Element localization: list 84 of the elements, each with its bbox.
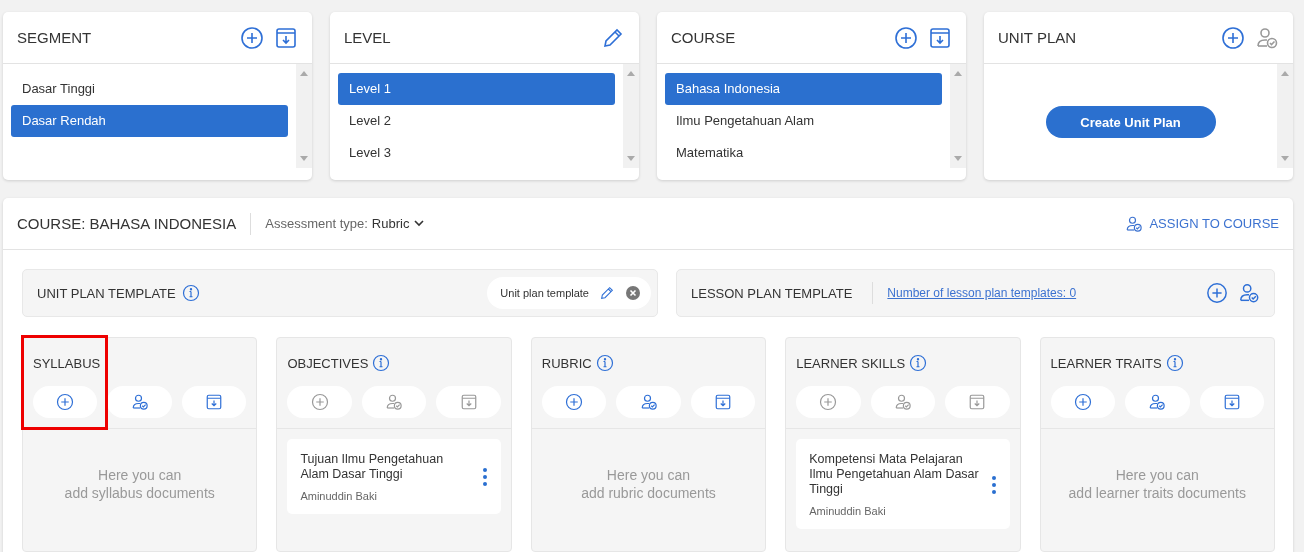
scroll-up-arrow-icon[interactable] — [1281, 70, 1289, 76]
assign-button[interactable] — [107, 386, 172, 418]
scroll-up-arrow-icon[interactable] — [627, 70, 635, 76]
scroll-up-arrow-icon[interactable] — [300, 70, 308, 76]
chevron-down-icon[interactable] — [414, 220, 425, 227]
info-icon[interactable] — [181, 284, 200, 302]
scrollbar[interactable] — [296, 64, 312, 168]
archive-download-icon[interactable] — [205, 393, 224, 411]
pencil-icon[interactable] — [599, 285, 615, 301]
template-count-link[interactable]: Number of lesson plan templates: 0 — [887, 286, 1077, 300]
column-title: LEARNER SKILLS — [796, 355, 906, 371]
panel-title: SEGMENT — [17, 29, 93, 46]
scroll-down-arrow-icon[interactable] — [627, 156, 635, 162]
list-item[interactable]: Bahasa Indonesia — [665, 73, 942, 105]
user-check-icon[interactable] — [1238, 282, 1260, 304]
document-title: Kompetensi Mata Pelajaran Ilmu Pengetahuan Alam Dasar Tinggi — [809, 452, 980, 497]
panel-title: COURSE — [671, 29, 737, 46]
list-item[interactable]: Level 3 — [338, 137, 615, 169]
list-item[interactable]: Ilmu Pengetahuan Alam — [665, 105, 942, 137]
scroll-up-arrow-icon[interactable] — [954, 70, 962, 76]
empty-message: Here you can add syllabus documents — [63, 466, 216, 503]
scrollbar[interactable] — [950, 64, 966, 168]
template-chip[interactable]: Unit plan template — [487, 277, 651, 309]
list-item[interactable]: Dasar Rendah — [11, 105, 288, 137]
column-title: OBJECTIVES — [287, 355, 369, 371]
assign-to-course-link[interactable]: ASSIGN TO COURSE — [1125, 214, 1279, 233]
archive-download-icon[interactable] — [1222, 393, 1241, 411]
info-icon[interactable] — [909, 354, 928, 372]
archive-download-icon[interactable] — [274, 25, 298, 50]
document-card[interactable]: Kompetensi Mata Pelajaran Ilmu Pengetahuan Alam Dasar Tinggi Aminuddin Baki — [796, 439, 1010, 529]
assessment-dropdown[interactable]: Rubric — [371, 216, 425, 231]
archive-download-icon[interactable] — [928, 25, 952, 50]
scrollbar[interactable] — [1277, 64, 1293, 168]
assessment-label: Assessment type: — [265, 216, 368, 231]
archive-button[interactable] — [690, 386, 756, 418]
list-item[interactable]: Level 1 — [338, 73, 615, 105]
list-item[interactable]: Level 2 — [338, 105, 615, 137]
add-icon[interactable] — [565, 393, 584, 411]
column-title: SYLLABUS — [33, 355, 101, 371]
panel-title: UNIT PLAN — [998, 29, 1078, 46]
user-check-icon[interactable] — [639, 393, 658, 411]
add-icon[interactable] — [894, 25, 918, 50]
column-title: RUBRIC — [541, 355, 592, 371]
column-title: LEARNER TRAITS — [1050, 355, 1162, 371]
document-author: Aminuddin Baki — [300, 490, 378, 502]
add-icon[interactable] — [56, 393, 75, 411]
close-icon[interactable] — [625, 285, 641, 301]
add-icon[interactable] — [1206, 282, 1228, 304]
course-title: COURSE: BAHASA INDONESIA — [17, 215, 237, 232]
add-button[interactable] — [541, 386, 607, 418]
archive-button[interactable] — [1199, 386, 1264, 418]
document-author: Aminuddin Baki — [809, 505, 887, 517]
document-card[interactable]: Tujuan Ilmu Pengetahuan Alam Dasar Tinggi Aminuddin Baki — [287, 439, 501, 514]
empty-message: Here you can add rubric documents — [580, 466, 717, 503]
add-button[interactable] — [33, 386, 98, 418]
scroll-down-arrow-icon[interactable] — [954, 156, 962, 162]
template-title: UNIT PLAN TEMPLATE — [37, 285, 176, 301]
user-check-icon[interactable] — [1148, 393, 1167, 411]
archive-button[interactable] — [181, 386, 247, 418]
chip-label: Unit plan template — [500, 287, 589, 299]
assign-button[interactable] — [616, 386, 681, 418]
list-item[interactable]: Dasar Tinggi — [11, 73, 288, 105]
add-icon[interactable] — [1073, 393, 1092, 411]
panel-title: LEVEL — [344, 29, 392, 46]
scroll-down-arrow-icon[interactable] — [300, 156, 308, 162]
add-icon[interactable] — [240, 25, 264, 50]
scroll-down-arrow-icon[interactable] — [1281, 156, 1289, 162]
info-icon[interactable] — [372, 354, 391, 372]
more-icon[interactable] — [482, 468, 487, 486]
archive-download-icon[interactable] — [713, 393, 732, 411]
info-icon[interactable] — [1165, 354, 1184, 372]
info-icon[interactable] — [595, 354, 614, 372]
assign-button[interactable] — [1125, 386, 1190, 418]
more-icon[interactable] — [991, 475, 996, 494]
scrollbar[interactable] — [623, 64, 639, 168]
user-check-icon[interactable] — [130, 393, 149, 411]
list-item[interactable]: Matematika — [665, 137, 942, 169]
user-check-icon[interactable] — [1125, 214, 1144, 233]
empty-message: Here you can add learner traits documents — [1067, 466, 1247, 503]
create-unit-plan-button[interactable]: Create Unit Plan — [1045, 106, 1216, 138]
add-button[interactable] — [1050, 386, 1116, 418]
template-title: LESSON PLAN TEMPLATE — [691, 285, 853, 301]
document-title: Tujuan Ilmu Pengetahuan Alam Dasar Tinggi — [300, 452, 445, 482]
add-icon[interactable] — [1221, 25, 1245, 50]
